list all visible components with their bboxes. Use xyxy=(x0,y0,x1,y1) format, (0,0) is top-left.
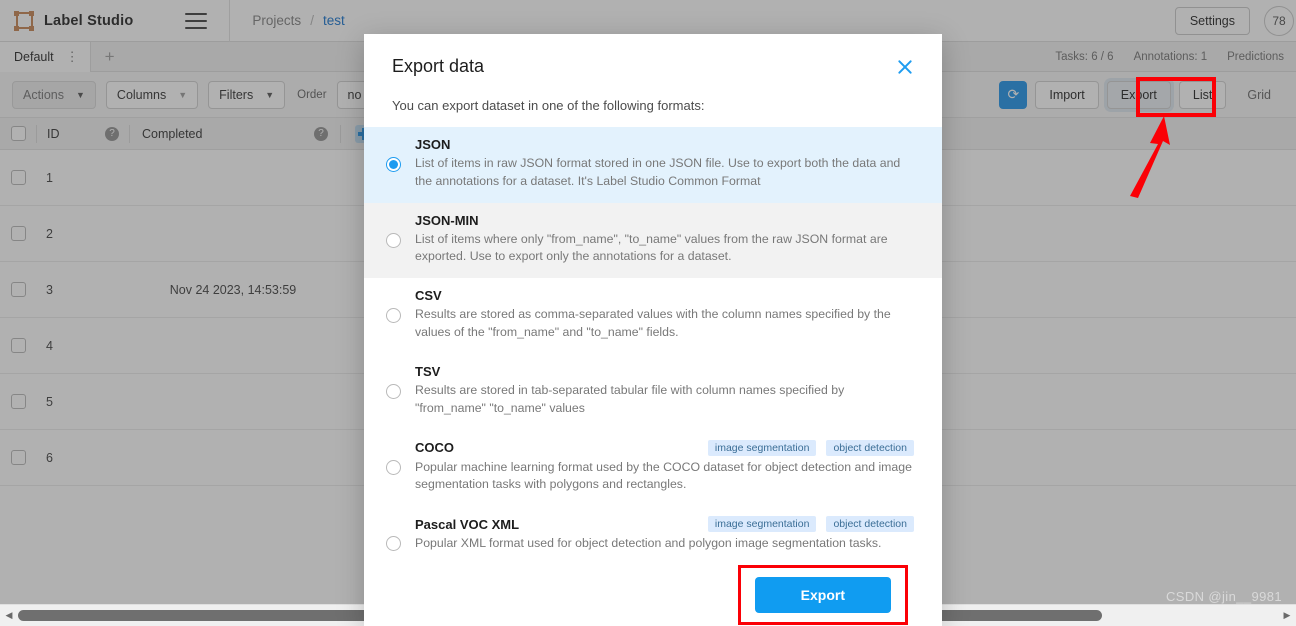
format-option-description: Results are stored in tab-separated tabu… xyxy=(415,382,845,415)
radio-pascal-voc-xml[interactable] xyxy=(386,536,401,552)
radio-csv[interactable] xyxy=(386,308,401,324)
format-option-title: COCO xyxy=(415,440,454,456)
watermark: CSDN @jin__9981 xyxy=(1165,589,1282,604)
close-icon[interactable] xyxy=(894,56,916,78)
tag-image-segmentation: image segmentation xyxy=(707,516,817,533)
export-data-modal: Export data You can export dataset in on… xyxy=(364,34,942,626)
screen: Label Studio Projects / test Settings 78… xyxy=(0,0,1296,626)
format-option-title: CSV xyxy=(415,288,442,304)
red-arrow-icon xyxy=(1130,116,1170,198)
format-option-title: JSON-MIN xyxy=(415,212,479,228)
modal-export-button[interactable]: Export xyxy=(754,577,891,614)
tag-object-detection: object detection xyxy=(826,516,914,533)
radio-json-min[interactable] xyxy=(386,232,401,248)
format-option-tags: image segmentation object detection xyxy=(707,439,914,456)
modal-footer: Export xyxy=(364,565,942,626)
scroll-left-arrow-icon[interactable]: ◀ xyxy=(0,610,18,621)
format-option-pascal-voc-xml[interactable]: Pascal VOC XML image segmentation object… xyxy=(364,506,942,565)
format-option-description: List of items where only "from_name", "t… xyxy=(415,231,888,264)
scroll-right-arrow-icon[interactable]: ▶ xyxy=(1278,610,1296,621)
tag-image-segmentation: image segmentation xyxy=(707,439,817,456)
format-option-tsv[interactable]: TSV Results are stored in tab-separated … xyxy=(364,354,942,430)
format-option-title: JSON xyxy=(415,137,451,152)
radio-coco[interactable] xyxy=(386,459,401,475)
modal-header: Export data xyxy=(364,34,942,78)
modal-title: Export data xyxy=(392,56,485,76)
radio-tsv[interactable] xyxy=(386,383,401,399)
format-option-title: TSV xyxy=(415,363,441,379)
format-option-tags: image segmentation object detection xyxy=(707,516,914,533)
format-option-json-min[interactable]: JSON-MIN List of items where only "from_… xyxy=(364,202,942,279)
format-option-csv[interactable]: CSV Results are stored as comma-separate… xyxy=(364,278,942,354)
format-option-coco[interactable]: COCO image segmentation object detection… xyxy=(364,430,942,507)
format-option-list: JSON List of items in raw JSON format st… xyxy=(364,127,942,565)
format-option-description: Popular machine learning format used by … xyxy=(415,459,912,492)
modal-subtitle: You can export dataset in one of the fol… xyxy=(392,98,705,113)
format-option-description: Popular XML format used for object detec… xyxy=(415,536,882,551)
format-option-description: Results are stored as comma-separated va… xyxy=(415,307,891,340)
format-option-title: Pascal VOC XML xyxy=(415,516,520,532)
tag-object-detection: object detection xyxy=(826,439,914,456)
red-highlight-box: Export xyxy=(737,565,908,626)
format-option-json[interactable]: JSON List of items in raw JSON format st… xyxy=(364,127,942,203)
format-option-description: List of items in raw JSON format stored … xyxy=(415,156,901,188)
radio-json[interactable] xyxy=(386,157,401,172)
